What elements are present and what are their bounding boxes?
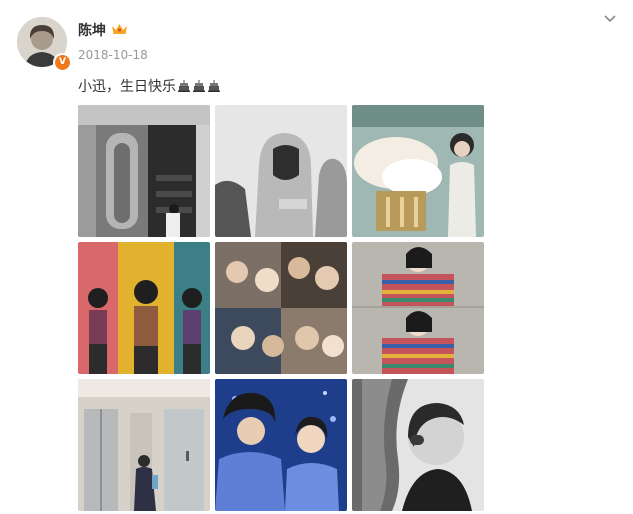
photo-chandelier[interactable] — [352, 105, 484, 237]
photo-color-triptych[interactable] — [78, 242, 210, 374]
photo-profile-bw[interactable] — [352, 379, 484, 511]
verified-badge-icon: V — [53, 53, 72, 72]
photo-elevator-hallway[interactable] — [78, 379, 210, 511]
cake-icon — [178, 80, 190, 92]
photo-collage[interactable] — [215, 242, 347, 374]
weibo-post: V 陈坤 2018-10-18 小迅，生日快乐 — [0, 0, 633, 514]
photo-hooded-bw[interactable] — [215, 105, 347, 237]
chevron-down-icon[interactable] — [603, 14, 617, 24]
post-date[interactable]: 2018-10-18 — [78, 48, 148, 62]
cake-icon — [193, 80, 205, 92]
crown-icon — [112, 24, 127, 34]
photo-striped-sweater[interactable] — [352, 242, 484, 374]
photo-door-bw[interactable] — [78, 105, 210, 237]
post-text-content: 小迅，生日快乐 — [78, 79, 176, 95]
photo-blue-hoodies[interactable] — [215, 379, 347, 511]
post-text: 小迅，生日快乐 — [78, 76, 221, 96]
author-name[interactable]: 陈坤 — [78, 20, 106, 40]
cake-icon — [208, 80, 220, 92]
photo-grid — [78, 105, 484, 511]
